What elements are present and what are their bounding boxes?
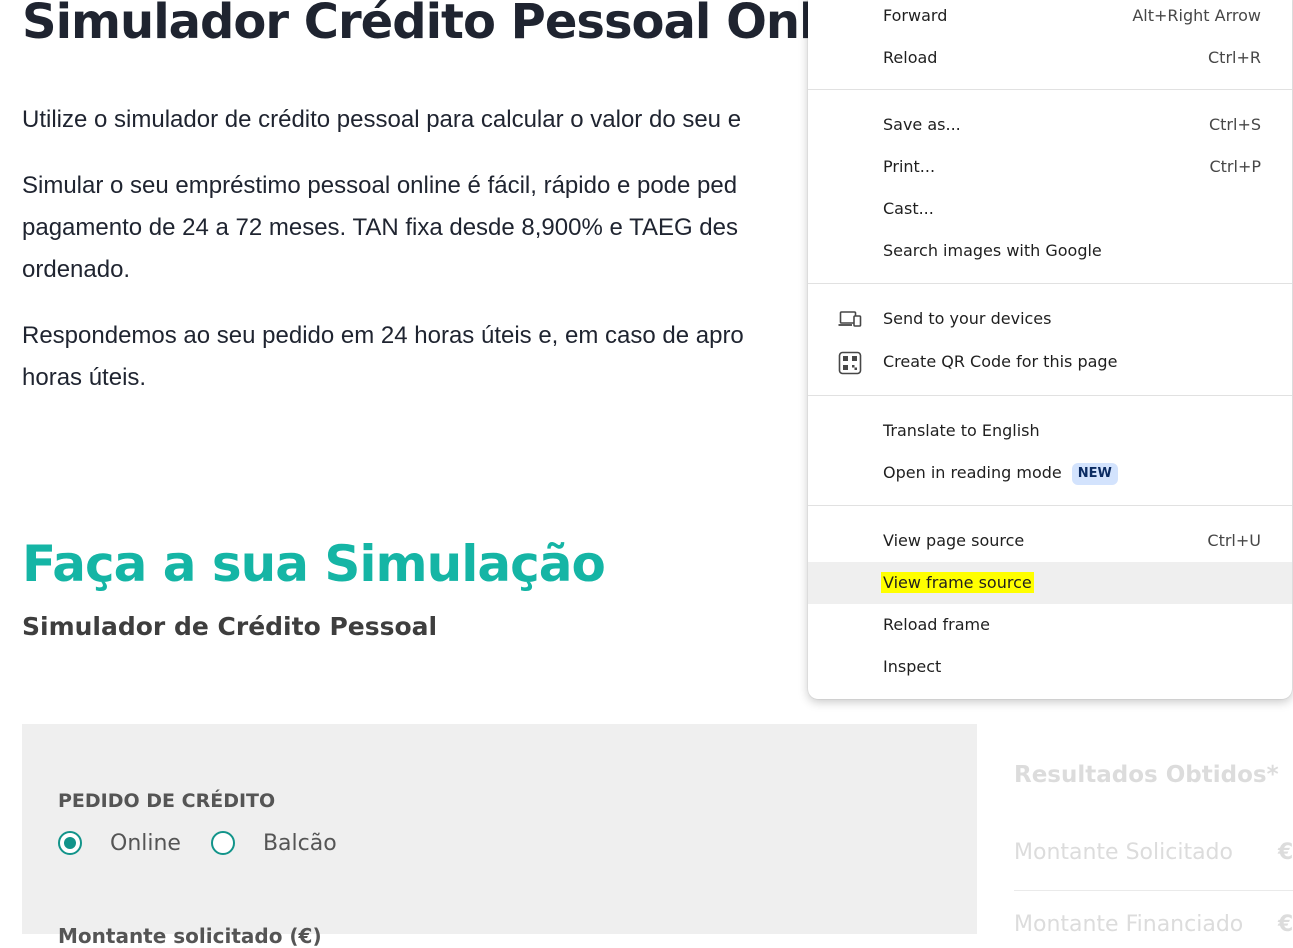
menu-item-label: Cast... (883, 199, 934, 218)
menu-item-label: Translate to English (883, 421, 1040, 440)
menu-separator (808, 395, 1292, 396)
result-divider (1014, 890, 1293, 891)
menu-item-cast[interactable]: Cast... (808, 188, 1292, 230)
menu-item-label: Send to your devices (883, 309, 1052, 328)
menu-item-shortcut: Alt+Right Arrow (1132, 6, 1261, 25)
menu-item-label: Inspect (883, 657, 942, 676)
menu-item-reading-mode[interactable]: Open in reading mode NEW (808, 452, 1292, 494)
result-label: Montante Financiado (1014, 912, 1244, 937)
intro-line: Utilize o simulador de crédito pessoal p… (22, 106, 742, 133)
menu-item-label: Print... (883, 157, 936, 176)
menu-item-search-images[interactable]: Search images with Google (808, 230, 1292, 272)
result-row: Montante Solicitado € (1014, 840, 1293, 865)
online-radio[interactable] (58, 831, 82, 855)
menu-item-view-frame-source[interactable]: View frame source (808, 562, 1292, 604)
description-line: ordenado. (22, 256, 131, 283)
simulation-title: Faça a sua Simulação (22, 535, 606, 593)
menu-item-reload[interactable]: Reload Ctrl+R (808, 37, 1292, 79)
credit-request-options: Online Balcão (58, 828, 367, 858)
menu-item-label: Create QR Code for this page (883, 352, 1118, 371)
menu-item-shortcut: Ctrl+U (1207, 531, 1261, 550)
description-line: pagamento de 24 a 72 meses. TAN fixa des… (22, 214, 738, 241)
menu-item-send-to-devices[interactable]: Send to your devices (808, 298, 1292, 340)
new-badge: NEW (1071, 462, 1118, 485)
result-currency: € (1278, 840, 1293, 865)
devices-icon (838, 308, 862, 330)
online-radio-label[interactable]: Online (110, 831, 181, 856)
menu-item-save-as[interactable]: Save as... Ctrl+S (808, 104, 1292, 146)
qr-code-icon (838, 351, 862, 375)
menu-item-label: Search images with Google (883, 241, 1102, 260)
amount-field-label: Montante solicitado (€) (58, 924, 322, 948)
simulation-form: PEDIDO DE CRÉDITO Online Balcão Montante… (22, 724, 977, 948)
menu-item-shortcut: Ctrl+P (1209, 157, 1261, 176)
menu-item-label: Save as... (883, 115, 961, 134)
menu-item-label: Open in reading mode (883, 463, 1062, 482)
result-currency: € (1278, 912, 1293, 937)
menu-item-shortcut: Ctrl+R (1208, 48, 1261, 67)
menu-item-label: View frame source (881, 572, 1034, 593)
page-title: Simulador Crédito Pessoal Onlin (22, 0, 864, 50)
menu-item-label: Forward (883, 6, 948, 25)
menu-separator (808, 89, 1292, 90)
menu-item-create-qr-code[interactable]: Create QR Code for this page (808, 341, 1292, 383)
menu-item-forward[interactable]: Forward Alt+Right Arrow (808, 0, 1292, 37)
menu-item-inspect[interactable]: Inspect (808, 646, 1292, 688)
response-line: Respondemos ao seu pedido em 24 horas út… (22, 322, 744, 349)
balcao-radio[interactable] (210, 831, 235, 855)
menu-item-shortcut: Ctrl+S (1208, 115, 1261, 134)
menu-item-view-page-source[interactable]: View page source Ctrl+U (808, 520, 1292, 562)
response-line: horas úteis. (22, 364, 147, 391)
menu-item-label: View page source (883, 531, 1025, 550)
menu-item-label: Reload (883, 48, 938, 67)
menu-separator (808, 505, 1292, 506)
simulation-subtitle: Simulador de Crédito Pessoal (22, 612, 438, 641)
menu-item-label-wrap: Open in reading mode NEW (883, 452, 1118, 494)
menu-item-label: Reload frame (883, 615, 990, 634)
description-line: Simular o seu empréstimo pessoal online … (22, 172, 738, 199)
context-menu: Forward Alt+Right Arrow Reload Ctrl+R Sa… (808, 0, 1292, 699)
balcao-radio-label[interactable]: Balcão (263, 831, 337, 856)
menu-item-translate[interactable]: Translate to English (808, 410, 1292, 452)
result-label: Montante Solicitado (1014, 840, 1233, 865)
menu-separator (808, 283, 1292, 284)
menu-item-reload-frame[interactable]: Reload frame (808, 604, 1292, 646)
credit-request-label: PEDIDO DE CRÉDITO (58, 790, 276, 812)
results-title: Resultados Obtidos* (1014, 762, 1279, 788)
result-row: Montante Financiado € (1014, 912, 1293, 937)
menu-item-print[interactable]: Print... Ctrl+P (808, 146, 1292, 188)
menu-item-label-wrap: View frame source (881, 562, 1034, 604)
